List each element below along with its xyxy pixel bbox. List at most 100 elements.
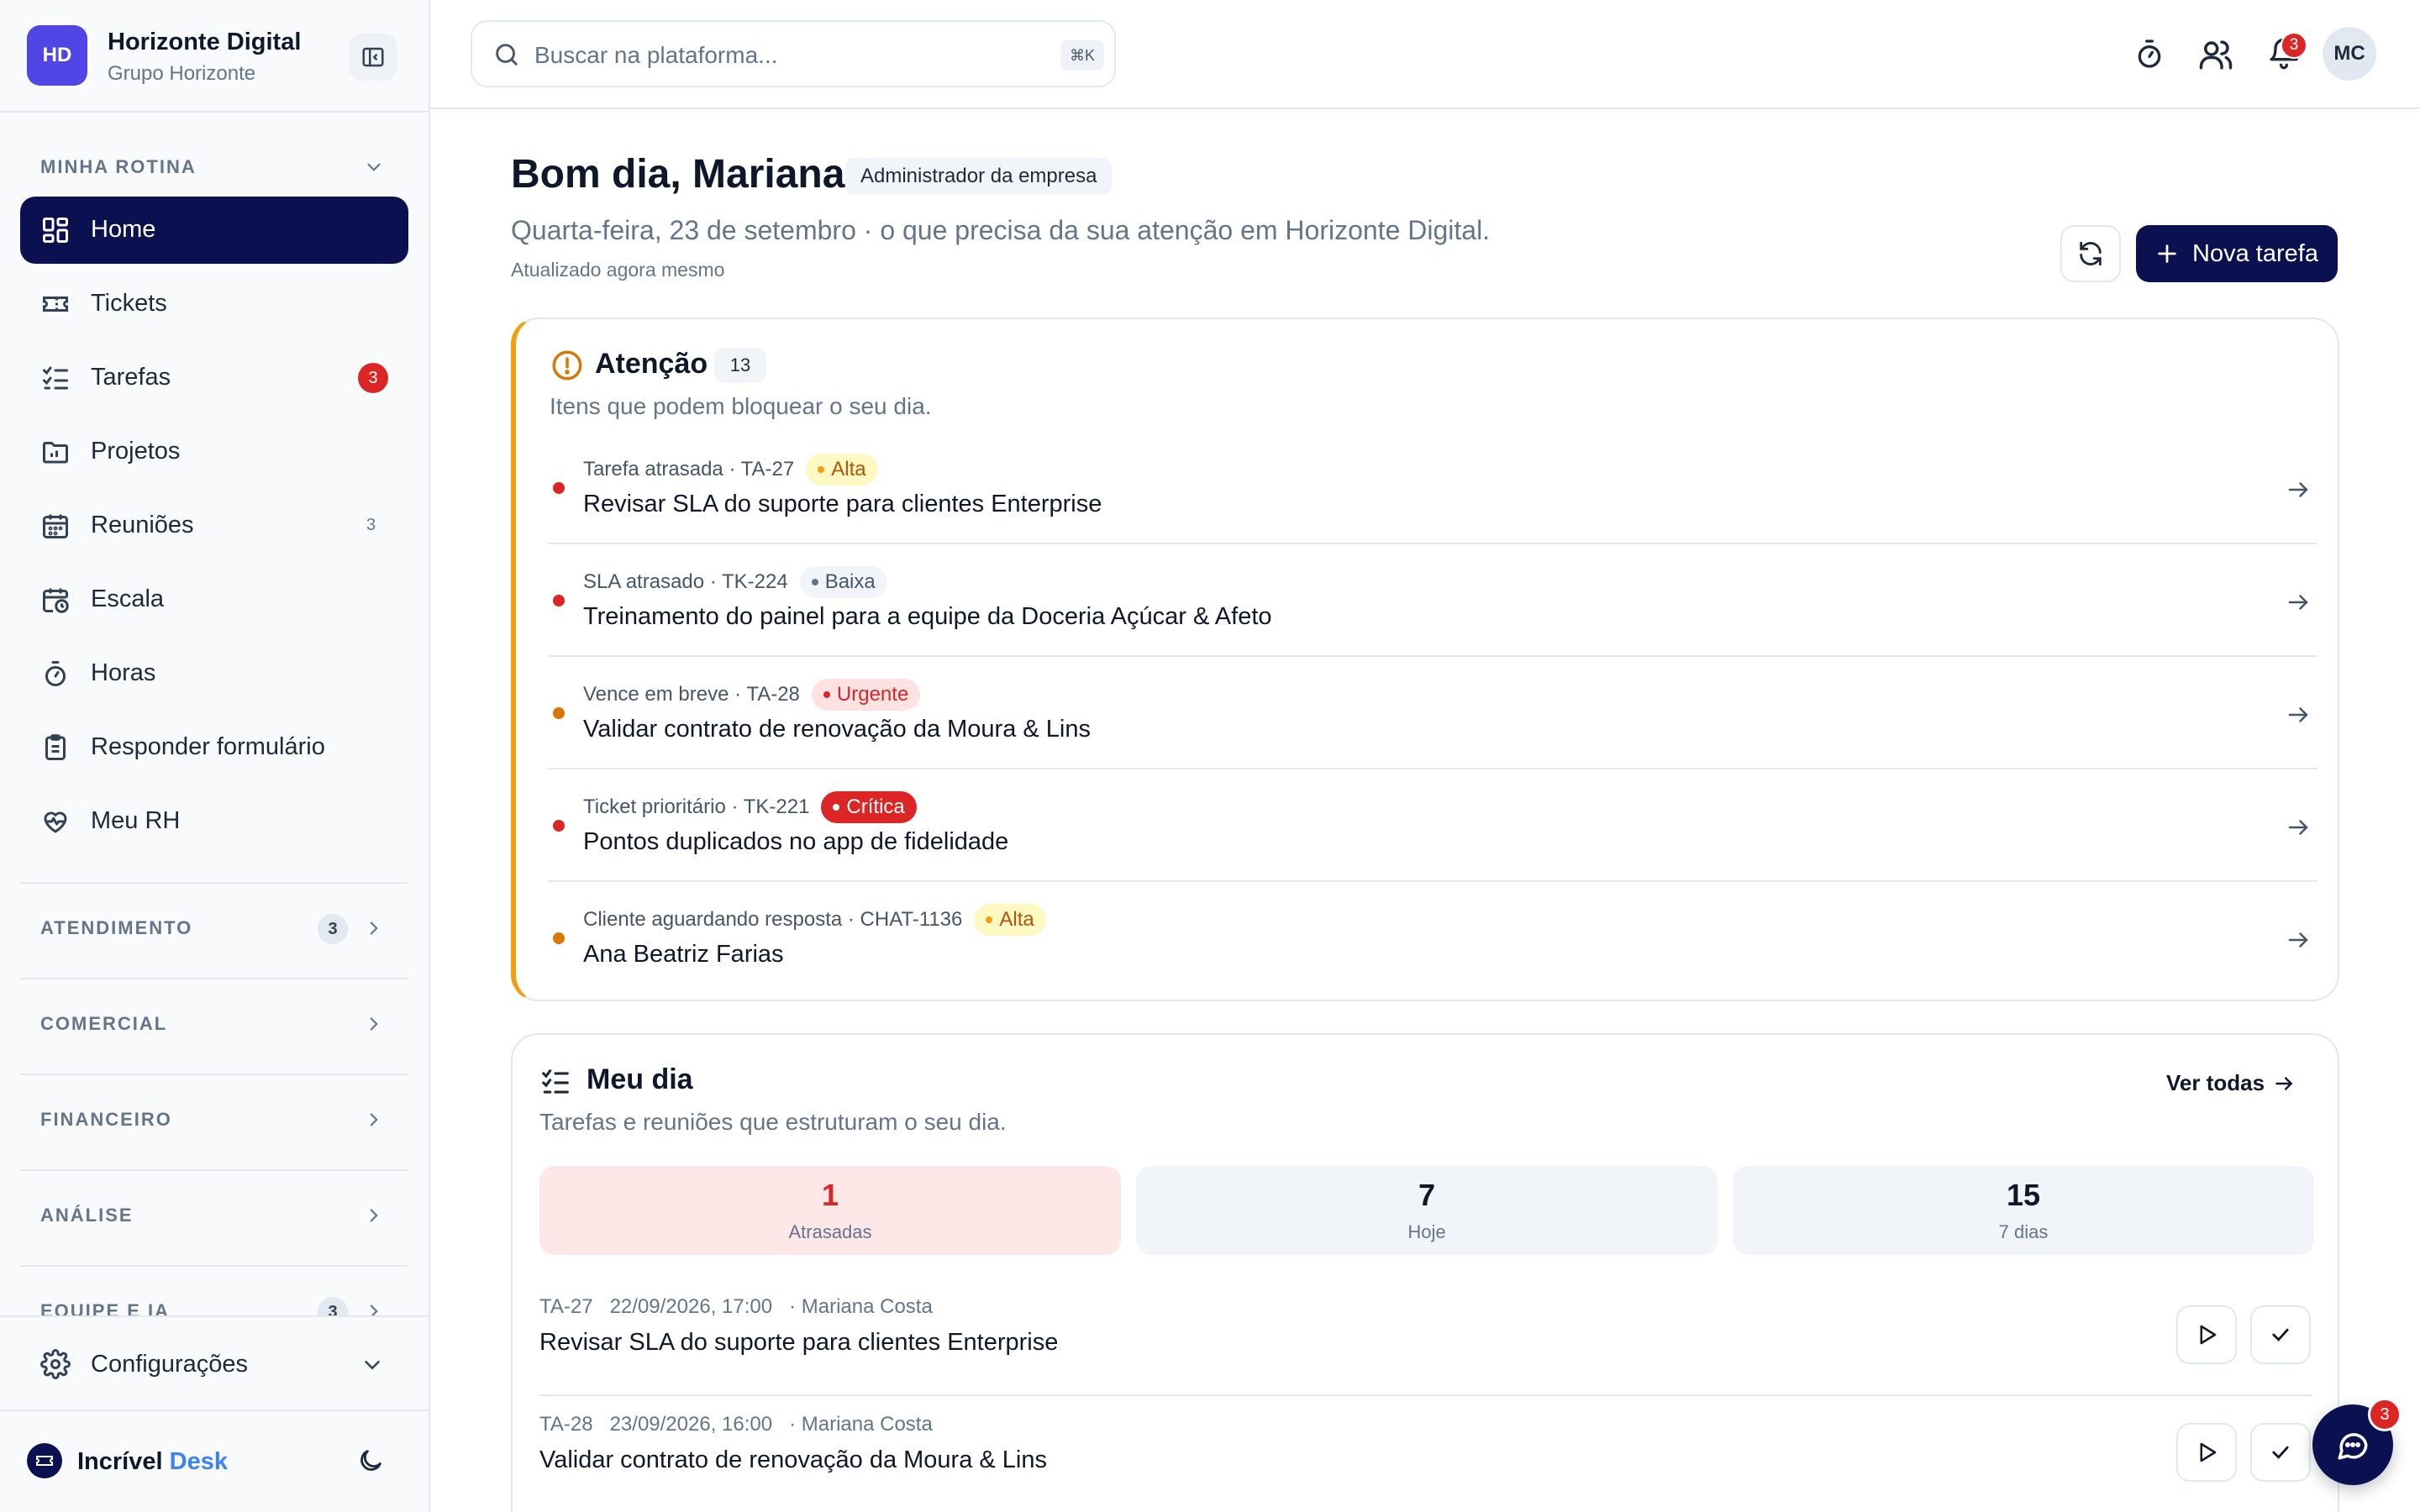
my-day-card: Meu dia Tarefas e reuniões que estrutura… — [511, 1033, 2339, 1512]
chevron-down-icon[interactable] — [363, 156, 385, 178]
chevron-right-icon — [370, 1017, 378, 1031]
task-meta: TA-28 23/09/2026, 16:00 · Mariana Costa — [539, 1413, 933, 1436]
divider — [20, 1074, 408, 1075]
arrow-right-icon — [2288, 595, 2308, 610]
sidebar-item-responder-formulario[interactable]: Responder formulário — [20, 714, 408, 781]
sidebar-item-tarefas[interactable]: Tarefas 3 — [20, 344, 408, 412]
status-dot — [553, 820, 565, 832]
attention-item-title: Revisar SLA do suporte para clientes Ent… — [583, 491, 1102, 517]
divider — [20, 978, 408, 979]
refresh-button[interactable] — [2060, 225, 2121, 282]
stopwatch-icon — [2138, 39, 2161, 68]
calendar-icon — [43, 514, 68, 538]
top-bar: Buscar na plataforma... ⌘K 3 MC — [430, 0, 2420, 109]
see-all-label: Ver todas — [2166, 1070, 2265, 1095]
my-day-subtitle: Tarefas e reuniões que estruturam o seu … — [539, 1109, 1007, 1135]
list-checks-icon — [542, 1069, 569, 1094]
attention-item-title: Pontos duplicados no app de fidelidade — [583, 828, 1009, 855]
task-title: Validar contrato de renovação da Moura &… — [539, 1446, 1047, 1473]
item-meta-text: Vence em breve · TA-28 — [583, 683, 800, 706]
users-icon — [2199, 40, 2233, 70]
priority-label: Baixa — [824, 570, 876, 593]
task-title: Revisar SLA do suporte para clientes Ent… — [539, 1329, 1059, 1356]
moon-icon — [360, 1450, 381, 1471]
sidebar-toggle-icon — [362, 47, 384, 67]
new-task-label: Nova tarefa — [2192, 239, 2318, 267]
start-timer-button[interactable] — [2176, 1423, 2237, 1482]
attention-item[interactable]: Cliente aguardando resposta · CHAT-1136 … — [548, 882, 2317, 995]
attention-item-meta: Cliente aguardando resposta · CHAT-1136 … — [583, 904, 1046, 936]
workspace-avatar: HD — [27, 25, 87, 86]
collapse-sidebar-button[interactable] — [350, 34, 397, 81]
sidebar-group-financeiro[interactable]: FINANCEIRO — [20, 1085, 408, 1152]
status-dot — [553, 707, 565, 719]
sidebar-item-configuracoes[interactable]: Configurações — [0, 1315, 429, 1411]
timer-button[interactable] — [2133, 37, 2166, 71]
sidebar-item-horas[interactable]: Horas — [20, 640, 408, 707]
new-task-button[interactable]: Nova tarefa — [2136, 225, 2338, 282]
check-icon — [2272, 1446, 2289, 1459]
task-meta: TA-27 22/09/2026, 17:00 · Mariana Costa — [539, 1295, 933, 1318]
heart-pulse-icon — [44, 811, 67, 833]
attention-title: Atenção — [595, 348, 708, 380]
sidebar-group-comercial[interactable]: COMERCIAL — [20, 990, 408, 1057]
task-row[interactable]: TA-28 23/09/2026, 16:00 · Mariana Costa … — [539, 1396, 2312, 1512]
alert-circle-icon — [552, 350, 582, 381]
theme-toggle-button[interactable] — [356, 1446, 385, 1475]
ticket-icon — [43, 297, 68, 312]
divider — [20, 1265, 408, 1267]
attention-item[interactable]: SLA atrasado · TK-224 Baixa Treinamento … — [548, 544, 2317, 657]
user-avatar[interactable]: MC — [2323, 27, 2376, 81]
attention-item[interactable]: Tarefa atrasada · TA-27 Alta Revisar SLA… — [548, 432, 2317, 544]
attention-item-title: Validar contrato de renovação da Moura &… — [583, 716, 1091, 743]
priority-label: Crítica — [846, 795, 905, 818]
complete-task-button[interactable] — [2250, 1423, 2311, 1482]
stat-value: 1 — [821, 1178, 839, 1212]
sidebar-item-label: Escala — [91, 585, 165, 612]
play-icon — [2200, 1325, 2217, 1345]
sidebar-item-projetos[interactable]: Projetos — [20, 418, 408, 486]
sidebar-group-analise[interactable]: ANÁLISE — [20, 1181, 408, 1248]
status-dot — [553, 482, 565, 494]
checklist-icon — [43, 366, 68, 390]
divider — [20, 1169, 408, 1171]
sidebar-item-escala[interactable]: Escala — [20, 566, 408, 633]
arrow-right-icon — [2288, 932, 2308, 948]
group-badge: 3 — [318, 914, 348, 944]
attention-item[interactable]: Ticket prioritário · TK-221 Crítica Pont… — [548, 769, 2317, 882]
role-badge: Administrador da empresa — [845, 158, 1113, 195]
chevron-right-icon — [370, 921, 378, 935]
sidebar-group-atendimento[interactable]: ATENDIMENTO 3 — [20, 894, 408, 961]
stat-label: Hoje — [1407, 1221, 1446, 1242]
sidebar-item-label: Projetos — [91, 438, 181, 465]
sidebar-item-tickets[interactable]: Tickets — [20, 270, 408, 338]
start-timer-button[interactable] — [2176, 1305, 2237, 1364]
sidebar: HD Horizonte Digital Grupo Horizonte MIN… — [0, 0, 430, 1512]
task-row[interactable]: TA-27 22/09/2026, 17:00 · Mariana Costa … — [539, 1278, 2312, 1396]
stat-overdue[interactable]: 1 Atrasadas — [539, 1166, 1121, 1255]
sidebar-item-label: Meu RH — [91, 807, 181, 834]
search-input[interactable]: Buscar na plataforma... ⌘K — [471, 20, 1116, 87]
sidebar-item-home[interactable]: Home — [20, 197, 408, 264]
attention-item[interactable]: Vence em breve · TA-28 Urgente Validar c… — [548, 657, 2317, 769]
stat-seven-days[interactable]: 15 7 dias — [1733, 1166, 2314, 1255]
complete-task-button[interactable] — [2250, 1305, 2311, 1364]
item-meta-text: Tarefa atrasada · TA-27 — [583, 458, 795, 480]
team-button[interactable] — [2198, 37, 2233, 72]
priority-badge: Alta — [974, 904, 1046, 936]
sidebar-item-label: Tarefas — [91, 364, 171, 391]
see-all-link[interactable]: Ver todas — [2166, 1070, 2295, 1096]
sidebar-item-meu-rh[interactable]: Meu RH — [20, 788, 408, 855]
stat-today[interactable]: 7 Hoje — [1136, 1166, 1718, 1255]
attention-item-meta: Ticket prioritário · TK-221 Crítica — [583, 791, 917, 823]
refresh-icon — [2080, 241, 2102, 266]
sidebar-item-reunioes[interactable]: Reuniões 3 — [20, 492, 408, 559]
workspace-header[interactable]: HD Horizonte Digital Grupo Horizonte — [0, 0, 429, 113]
sidebar-item-label: Responder formulário — [91, 733, 325, 760]
attention-count: 13 — [714, 348, 766, 383]
sidebar-group-equipe-ia[interactable]: EQUIPE E IA 3 — [20, 1277, 408, 1315]
section-minha-rotina[interactable]: MINHA ROTINA — [40, 156, 197, 178]
priority-label: Urgente — [836, 683, 909, 706]
settings-label: Configurações — [91, 1351, 248, 1378]
sidebar-item-label: Reuniões — [91, 512, 194, 538]
